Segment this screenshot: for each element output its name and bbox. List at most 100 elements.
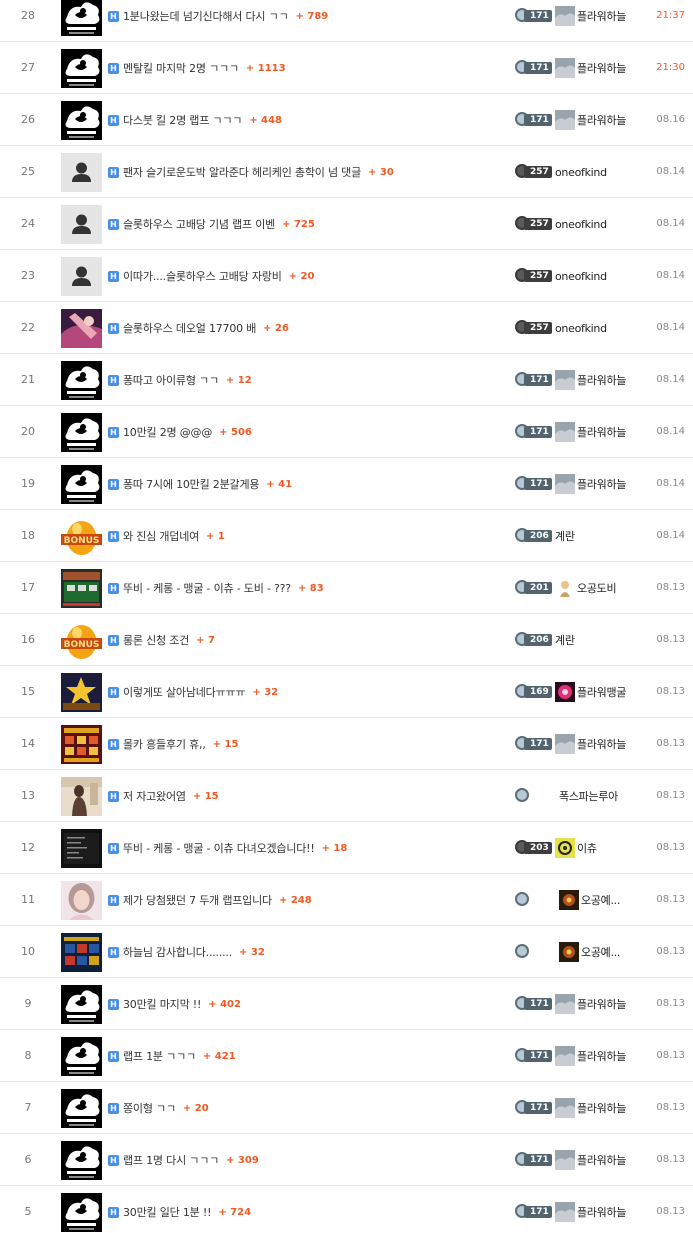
author-cell[interactable]: 171 플라워하늘 xyxy=(515,42,645,94)
post-thumbnail[interactable] xyxy=(61,725,102,764)
author-cell[interactable]: 171 플라워하늘 xyxy=(515,978,645,1030)
author-avatar[interactable] xyxy=(559,942,579,962)
post-row[interactable]: 10 H 하늘님 감사합니다........ + 32 오공예... 08.13 xyxy=(0,926,693,978)
post-thumbnail[interactable]: BONUS xyxy=(61,517,102,556)
author-nickname[interactable]: 폭스파는루아 xyxy=(559,788,618,804)
author-nickname[interactable]: 플라워하늘 xyxy=(577,996,626,1012)
author-cell[interactable]: 257 oneofkind xyxy=(515,302,645,354)
post-thumbnail[interactable] xyxy=(61,361,102,400)
author-avatar[interactable] xyxy=(559,890,579,910)
post-title-cell[interactable]: H 30만킬 마지막 !! + 402 xyxy=(108,978,508,1030)
author-avatar[interactable] xyxy=(555,734,575,754)
post-thumbnail[interactable] xyxy=(61,309,102,348)
author-nickname[interactable]: oneofkind xyxy=(555,322,607,335)
post-title[interactable]: 랩프 1명 다시 ㄱㄱㄱ xyxy=(123,1152,219,1168)
post-title[interactable]: 슬롯하우스 고배당 기념 랩프 이벤 xyxy=(123,216,275,232)
post-title[interactable]: 몰카 흥들후기 휴,, xyxy=(123,736,206,752)
author-nickname[interactable]: 계란 xyxy=(555,528,575,544)
post-title-cell[interactable]: H 다스붓 킬 2명 랩프 ㄱㄱㄱ + 448 xyxy=(108,94,508,146)
post-title-cell[interactable]: H 이따가....슬롯하우스 고배당 자랑비 + 20 xyxy=(108,250,508,302)
post-thumbnail[interactable] xyxy=(61,1141,102,1180)
author-avatar[interactable] xyxy=(555,1202,575,1222)
author-cell[interactable]: 257 oneofkind xyxy=(515,146,645,198)
post-title[interactable]: 30만킬 마지막 !! xyxy=(123,996,201,1012)
author-avatar[interactable] xyxy=(555,58,575,78)
post-title[interactable]: 다스붓 킬 2명 랩프 ㄱㄱㄱ xyxy=(123,112,242,128)
post-title-cell[interactable]: H 30만킬 일단 1분 !! + 724 xyxy=(108,1186,508,1233)
post-thumbnail[interactable] xyxy=(61,413,102,452)
author-cell[interactable]: 171 플라워하늘 xyxy=(515,718,645,770)
author-cell[interactable]: 폭스파는루아 xyxy=(515,770,645,822)
post-thumbnail[interactable] xyxy=(61,153,102,192)
post-thumbnail[interactable] xyxy=(61,465,102,504)
post-row[interactable]: 23 H 이따가....슬롯하우스 고배당 자랑비 + 20 257 oneof… xyxy=(0,250,693,302)
post-title-cell[interactable]: H 저 자고왔어염 + 15 xyxy=(108,770,508,822)
post-title-cell[interactable]: H 쫑이형 ㄱㄱ + 20 xyxy=(108,1082,508,1134)
author-cell[interactable]: 206 계란 xyxy=(515,614,645,666)
post-title-cell[interactable]: H 퐁따 7시에 10만킬 2분갈게용 + 41 xyxy=(108,458,508,510)
author-nickname[interactable]: 플라워하늘 xyxy=(577,372,626,388)
author-avatar[interactable] xyxy=(555,1150,575,1170)
author-cell[interactable]: 201 오공도비 xyxy=(515,562,645,614)
author-avatar[interactable] xyxy=(555,1098,575,1118)
author-cell[interactable]: 257 oneofkind xyxy=(515,198,645,250)
post-thumbnail[interactable] xyxy=(61,985,102,1024)
post-title-cell[interactable]: H 와 진심 개덥네여 + 1 xyxy=(108,510,508,562)
post-thumbnail[interactable] xyxy=(61,205,102,244)
post-title[interactable]: 롱론 신청 조건 xyxy=(123,632,189,648)
author-cell[interactable]: 206 계란 xyxy=(515,510,645,562)
post-title-cell[interactable]: H 10만킬 2명 @@@ + 506 xyxy=(108,406,508,458)
author-avatar[interactable] xyxy=(555,838,575,858)
author-nickname[interactable]: oneofkind xyxy=(555,270,607,283)
post-row[interactable]: 16 BONUS H 롱론 신청 조건 + 7 206 계란 08.13 xyxy=(0,614,693,666)
post-row[interactable]: 15 H 이렇게또 살아남네다ㅠㅠㅠ + 32 169 플라워맹굴 08.13 xyxy=(0,666,693,718)
post-title[interactable]: 팬자 슬기로운도박 알라준다 헤리케인 총학이 넘 댓글 xyxy=(123,164,361,180)
post-thumbnail[interactable] xyxy=(61,829,102,868)
post-thumbnail[interactable] xyxy=(61,933,102,972)
author-nickname[interactable]: 플라워하늘 xyxy=(577,736,626,752)
post-row[interactable]: 27 H 멘탈킬 마지막 2명 ㄱㄱㄱ + 1113 171 플라워하늘 21:… xyxy=(0,42,693,94)
post-title-cell[interactable]: H 뚜비 - 케롱 - 맹굴 - 이츄 - 도비 - ??? + 83 xyxy=(108,562,508,614)
post-title-cell[interactable]: H 팬자 슬기로운도박 알라준다 헤리케인 총학이 넘 댓글 + 30 xyxy=(108,146,508,198)
author-avatar[interactable] xyxy=(555,578,575,598)
post-title-cell[interactable]: H 몰카 흥들후기 휴,, + 15 xyxy=(108,718,508,770)
post-row[interactable]: 25 H 팬자 슬기로운도박 알라준다 헤리케인 총학이 넘 댓글 + 30 2… xyxy=(0,146,693,198)
post-title[interactable]: 퐁따 7시에 10만킬 2분갈게용 xyxy=(123,476,259,492)
post-title-cell[interactable]: H 멘탈킬 마지막 2명 ㄱㄱㄱ + 1113 xyxy=(108,42,508,94)
post-row[interactable]: 28 H 1분나왔는데 넘기신다해서 다시 ㄱㄱ + 789 171 플라워하늘… xyxy=(0,0,693,42)
post-title-cell[interactable]: H 슬롯하우스 데오얼 17700 배 + 26 xyxy=(108,302,508,354)
author-nickname[interactable]: 플라워하늘 xyxy=(577,476,626,492)
author-nickname[interactable]: 오공예... xyxy=(581,892,620,908)
post-thumbnail[interactable] xyxy=(61,881,102,920)
post-title[interactable]: 이렇게또 살아남네다ㅠㅠㅠ xyxy=(123,684,246,700)
post-thumbnail[interactable] xyxy=(61,0,102,36)
post-row[interactable]: 5 H 30만킬 일단 1분 !! + 724 171 플라워하늘 08.13 xyxy=(0,1186,693,1233)
post-title[interactable]: 쫑이형 ㄱㄱ xyxy=(123,1100,176,1116)
author-nickname[interactable]: 플라워하늘 xyxy=(577,1152,626,1168)
post-thumbnail[interactable] xyxy=(61,101,102,140)
post-title[interactable]: 멘탈킬 마지막 2명 ㄱㄱㄱ xyxy=(123,60,239,76)
post-title[interactable]: 제가 당첨됐던 7 두개 랩프입니다 xyxy=(123,892,272,908)
post-title[interactable]: 하늘님 감사합니다........ xyxy=(123,944,232,960)
author-cell[interactable]: 171 플라워하늘 xyxy=(515,354,645,406)
author-nickname[interactable]: 오공예... xyxy=(581,944,620,960)
post-title[interactable]: 10만킬 2명 @@@ xyxy=(123,424,212,440)
post-thumbnail[interactable] xyxy=(61,1089,102,1128)
author-cell[interactable]: 169 플라워맹굴 xyxy=(515,666,645,718)
post-title[interactable]: 1분나왔는데 넘기신다해서 다시 ㄱㄱ xyxy=(123,8,289,24)
post-row[interactable]: 6 H 랩프 1명 다시 ㄱㄱㄱ + 309 171 플라워하늘 08.13 xyxy=(0,1134,693,1186)
author-cell[interactable]: 171 플라워하늘 xyxy=(515,1186,645,1233)
post-thumbnail[interactable] xyxy=(61,673,102,712)
author-nickname[interactable]: 플라워하늘 xyxy=(577,1048,626,1064)
author-cell[interactable]: 203 이츄 xyxy=(515,822,645,874)
author-avatar[interactable] xyxy=(555,370,575,390)
author-cell[interactable]: 171 플라워하늘 xyxy=(515,1134,645,1186)
post-thumbnail[interactable]: BONUS xyxy=(61,621,102,660)
author-nickname[interactable]: 계란 xyxy=(555,632,575,648)
author-avatar[interactable] xyxy=(555,994,575,1014)
author-avatar[interactable] xyxy=(555,6,575,26)
author-nickname[interactable]: 플라워하늘 xyxy=(577,60,626,76)
post-row[interactable]: 19 H 퐁따 7시에 10만킬 2분갈게용 + 41 171 플라워하늘 08… xyxy=(0,458,693,510)
post-title[interactable]: 저 자고왔어염 xyxy=(123,788,186,804)
post-title[interactable]: 30만킬 일단 1분 !! xyxy=(123,1204,212,1220)
